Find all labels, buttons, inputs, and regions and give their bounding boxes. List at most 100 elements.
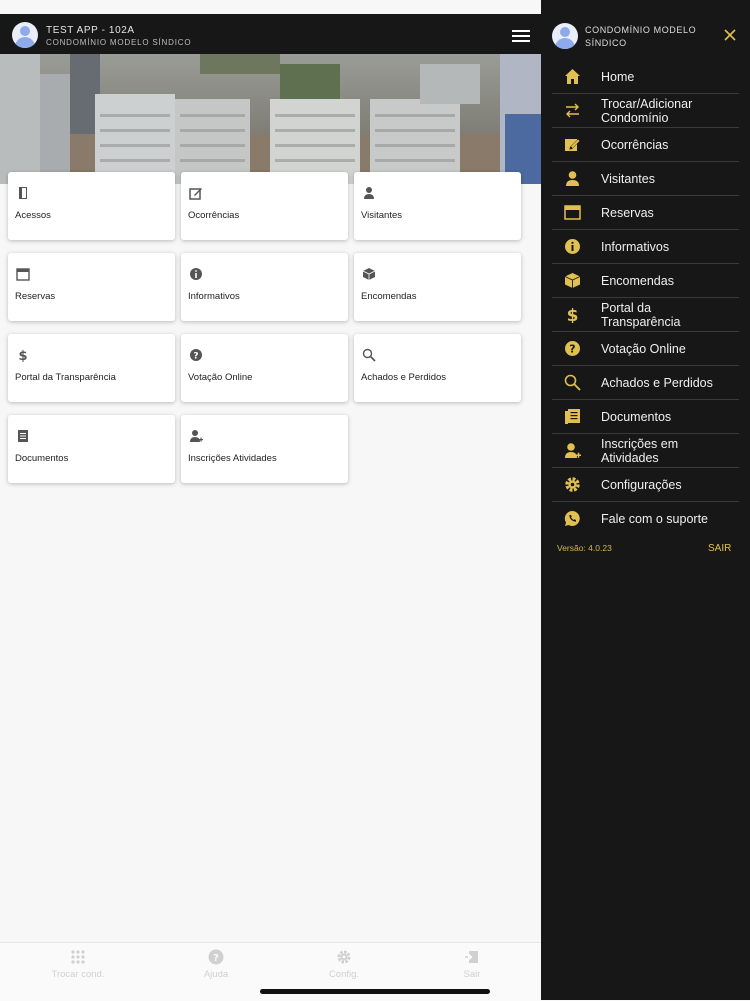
main-screen: TEST APP - 102A CONDOMÍNIO MODELO SÍNDIC… bbox=[0, 0, 541, 1001]
drawer-item-label: Encomendas bbox=[601, 273, 674, 288]
drawer-item-label: Achados e Perdidos bbox=[601, 375, 713, 390]
calendar-icon bbox=[16, 268, 30, 281]
drawer-item-label: Documentos bbox=[601, 409, 672, 424]
logout-icon bbox=[465, 951, 478, 963]
help-circle-icon: ? bbox=[565, 341, 580, 356]
drawer-item-visitantes[interactable]: Visitantes bbox=[552, 162, 739, 196]
tile-label: Visitantes bbox=[361, 210, 403, 221]
drawer-item-documentos[interactable]: Documentos bbox=[552, 400, 739, 434]
person-add-icon bbox=[190, 430, 203, 442]
drawer-item-label: Informativos bbox=[601, 239, 670, 254]
drawer-item-inscricoes-atividades[interactable]: Inscrições em Atividades bbox=[552, 434, 739, 468]
drawer-item-label: Ocorrências bbox=[601, 137, 669, 152]
hero-image bbox=[0, 54, 541, 184]
tile-label: Achados e Perdidos bbox=[361, 372, 447, 383]
drawer-item-label: Home bbox=[601, 69, 635, 84]
tile-encomendas[interactable]: Encomendas bbox=[354, 253, 521, 321]
tile-visitantes[interactable]: Visitantes bbox=[354, 172, 521, 240]
dollar-icon: $ bbox=[18, 349, 27, 362]
tile-acessos[interactable]: Acessos bbox=[8, 172, 175, 240]
person-icon bbox=[364, 187, 374, 199]
gear-icon bbox=[565, 477, 580, 492]
person-icon bbox=[566, 171, 579, 186]
tile-label: Encomendas bbox=[361, 291, 417, 302]
app-version: Versão: 4.0.23 bbox=[557, 543, 612, 553]
header-subtitle: CONDOMÍNIO MODELO SÍNDICO bbox=[46, 38, 192, 47]
edit-icon bbox=[565, 139, 580, 151]
nav-label: Config. bbox=[328, 969, 360, 980]
tile-portal-transparencia[interactable]: $ Portal da Transparência bbox=[8, 334, 175, 402]
document-icon bbox=[18, 430, 28, 442]
tile-reservas[interactable]: Reservas bbox=[8, 253, 175, 321]
tile-informativos[interactable]: Informativos bbox=[181, 253, 348, 321]
whatsapp-icon bbox=[564, 510, 580, 526]
tile-documentos[interactable]: Documentos bbox=[8, 415, 175, 483]
tile-achados-perdidos[interactable]: Achados e Perdidos bbox=[354, 334, 521, 402]
search-icon bbox=[564, 374, 581, 391]
close-icon[interactable] bbox=[723, 28, 737, 42]
tile-label: Votação Online bbox=[188, 372, 253, 383]
edit-icon bbox=[189, 188, 202, 200]
home-icon bbox=[565, 69, 580, 84]
help-circle-icon: ? bbox=[208, 949, 224, 965]
drawer-item-home[interactable]: Home bbox=[552, 60, 739, 94]
drawer-item-label: Reservas bbox=[601, 205, 654, 220]
gear-icon bbox=[337, 950, 351, 964]
info-icon bbox=[565, 239, 580, 254]
nav-trocar-cond[interactable]: Trocar cond. bbox=[18, 949, 138, 980]
home-indicator bbox=[260, 989, 490, 994]
tile-ocorrencias[interactable]: Ocorrências bbox=[181, 172, 348, 240]
nav-sair[interactable]: Sair bbox=[412, 949, 532, 980]
drawer-avatar bbox=[552, 23, 578, 49]
drawer-item-achados-perdidos[interactable]: Achados e Perdidos bbox=[552, 366, 739, 400]
drawer-item-label: Votação Online bbox=[601, 341, 686, 356]
drawer-item-trocar-adicionar[interactable]: Trocar/Adicionar Condomínio bbox=[552, 94, 739, 128]
drawer-title: CONDOMÍNIO MODELO SÍNDICO bbox=[585, 25, 697, 48]
calendar-icon bbox=[564, 205, 581, 220]
tile-label: Informativos bbox=[188, 291, 240, 302]
tile-label: Portal da Transparência bbox=[15, 372, 116, 383]
drawer-item-configuracoes[interactable]: Configurações bbox=[552, 468, 739, 502]
search-icon bbox=[362, 348, 376, 362]
drawer-item-label: Fale com o suporte bbox=[601, 511, 708, 526]
svg-text:?: ? bbox=[213, 953, 219, 964]
tile-votacao-online[interactable]: ? Votação Online bbox=[181, 334, 348, 402]
drawer-item-fale-suporte[interactable]: Fale com o suporte bbox=[552, 502, 739, 535]
tile-inscricoes-atividades[interactable]: Inscrições Atividades bbox=[181, 415, 348, 483]
svg-text:?: ? bbox=[193, 352, 198, 362]
svg-text:$: $ bbox=[18, 349, 27, 362]
menu-icon[interactable] bbox=[512, 30, 530, 42]
logout-button[interactable]: SAIR bbox=[708, 543, 731, 554]
drawer-item-label: Portal da Transparência bbox=[601, 300, 681, 329]
drawer-item-label: Trocar/Adicionar Condomínio bbox=[601, 96, 693, 125]
tile-label: Documentos bbox=[15, 453, 69, 464]
drawer-item-portal-transparencia[interactable]: $ Portal da Transparência bbox=[552, 298, 739, 332]
drawer-item-encomendas[interactable]: Encomendas bbox=[552, 264, 739, 298]
drawer-item-ocorrencias[interactable]: Ocorrências bbox=[552, 128, 739, 162]
tile-label: Inscrições Atividades bbox=[188, 453, 277, 464]
drawer-item-informativos[interactable]: Informativos bbox=[552, 230, 739, 264]
tile-label: Ocorrências bbox=[188, 210, 240, 221]
person-add-icon bbox=[565, 443, 581, 458]
drawer-item-reservas[interactable]: Reservas bbox=[552, 196, 739, 230]
dollar-icon: $ bbox=[567, 306, 579, 323]
nav-config[interactable]: Config. bbox=[284, 949, 404, 980]
swap-icon bbox=[566, 103, 579, 118]
nav-ajuda[interactable]: ? Ajuda bbox=[156, 949, 276, 980]
nav-label: Ajuda bbox=[203, 969, 229, 980]
drawer-menu: Home Trocar/Adicionar Condomínio Ocorrên… bbox=[552, 60, 739, 535]
package-icon bbox=[362, 268, 376, 280]
drawer-item-label: Configurações bbox=[601, 477, 682, 492]
document-icon bbox=[565, 409, 580, 424]
side-drawer: CONDOMÍNIO MODELO SÍNDICO Home Trocar/Ad… bbox=[541, 0, 750, 1000]
nav-label: Trocar cond. bbox=[51, 969, 105, 980]
help-circle-icon: ? bbox=[190, 349, 202, 362]
drawer-item-votacao-online[interactable]: ? Votação Online bbox=[552, 332, 739, 366]
grid-icon bbox=[71, 950, 85, 964]
tile-label: Reservas bbox=[15, 291, 56, 302]
avatar[interactable] bbox=[12, 22, 38, 48]
drawer-item-label: Inscrições em Atividades bbox=[601, 436, 679, 465]
svg-text:?: ? bbox=[569, 343, 575, 356]
tile-label: Acessos bbox=[15, 210, 51, 221]
nav-label: Sair bbox=[463, 969, 481, 980]
